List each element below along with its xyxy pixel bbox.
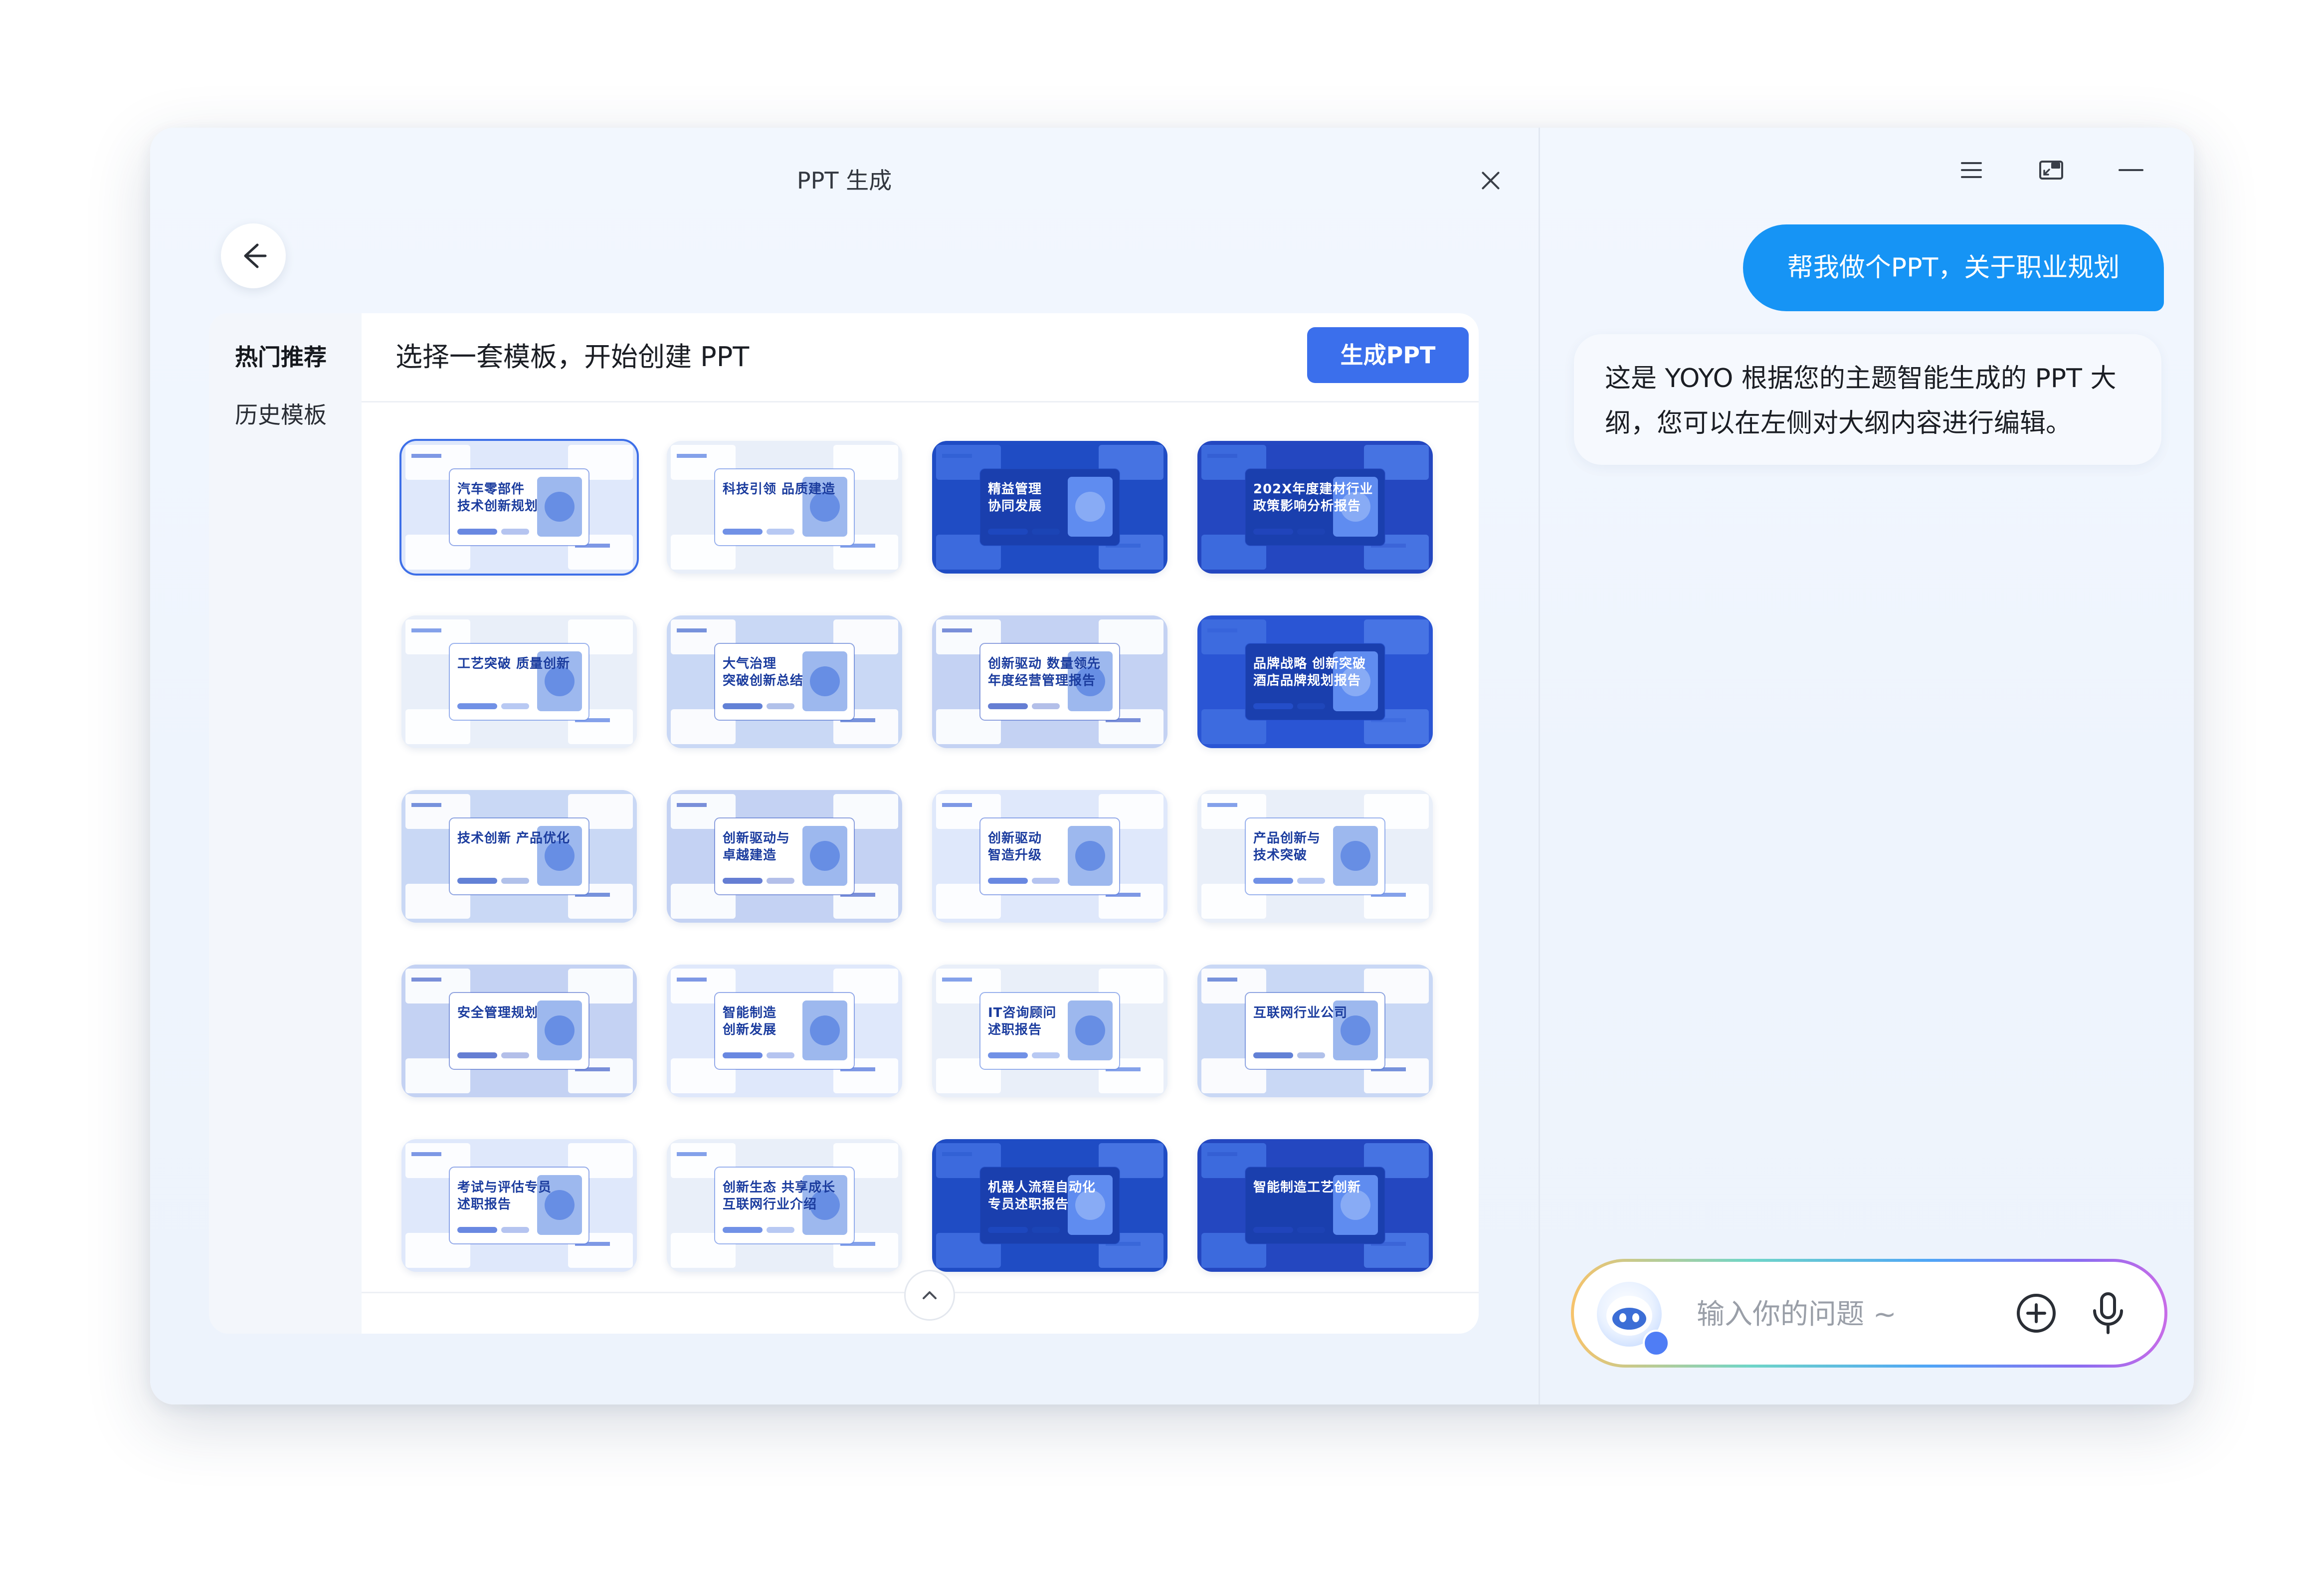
template-thumbnail[interactable]: 创新驱动与 卓越建造 bbox=[667, 790, 902, 923]
template-title: 互联网行业公司 bbox=[1253, 1005, 1348, 1020]
assistant-message-bubble: 这是 YOYO 根据您的主题智能生成的 PPT 大纲，您可以在左侧对大纲内容进行… bbox=[1574, 334, 2161, 465]
template-title: 技术创新 产品优化 bbox=[457, 831, 571, 846]
template-title: 大气治理 突破创新总结 bbox=[723, 656, 804, 688]
template-thumbnail[interactable]: 安全管理规划 bbox=[401, 965, 637, 1097]
template-preview-image bbox=[932, 790, 1167, 923]
template-header: 选择一套模板，开始创建 PPT 生成PPT bbox=[362, 313, 1479, 402]
template-title: 创新生态 共享成长 互联网行业介绍 bbox=[723, 1180, 836, 1212]
template-preview-image bbox=[1197, 965, 1433, 1097]
app-window: PPT 生成 热门推荐 历史模板 选择一套模板，开始创建 PPT 生成PPT 汽… bbox=[150, 128, 2194, 1404]
template-thumbnail[interactable]: 工艺突破 质量创新 bbox=[401, 615, 637, 748]
template-thumbnail[interactable]: 汽车零部件 技术创新规划 bbox=[399, 439, 639, 576]
question-input[interactable] bbox=[1696, 1289, 1977, 1340]
template-title: 创新驱动 数量领先 年度经营管理报告 bbox=[988, 656, 1101, 688]
user-message-bubble: 帮我做个PPT，关于职业规划 bbox=[1743, 224, 2164, 311]
template-title: 产品创新与 技术突破 bbox=[1253, 831, 1321, 863]
template-preview-image bbox=[932, 441, 1167, 574]
add-icon[interactable] bbox=[2009, 1286, 2064, 1341]
template-preview-image bbox=[667, 965, 902, 1097]
template-thumbnail[interactable]: 机器人流程自动化 专员述职报告 bbox=[932, 1139, 1167, 1272]
template-thumbnail[interactable]: 创新驱动 智造升级 bbox=[932, 790, 1167, 923]
template-thumbnail[interactable]: 精益管理 协同发展 bbox=[932, 441, 1167, 574]
template-title: 202X年度建材行业 政策影响分析报告 bbox=[1253, 482, 1373, 514]
generate-ppt-button[interactable]: 生成PPT bbox=[1307, 327, 1469, 383]
minimize-icon[interactable] bbox=[2114, 153, 2148, 188]
template-thumbnail[interactable]: 智能制造工艺创新 bbox=[1197, 1139, 1433, 1272]
tab-history-templates[interactable]: 历史模板 bbox=[235, 397, 327, 430]
arrow-left-icon bbox=[244, 243, 267, 268]
picture-in-picture-icon[interactable] bbox=[2034, 153, 2069, 188]
close-icon[interactable] bbox=[1476, 166, 1506, 196]
template-thumbnail[interactable]: 互联网行业公司 bbox=[1197, 965, 1433, 1097]
assistant-message-text: 这是 YOYO 根据您的主题智能生成的 PPT 大纲，您可以在左侧对大纲内容进行… bbox=[1605, 364, 2117, 438]
template-thumbnail[interactable]: 智能制造 创新发展 bbox=[667, 965, 902, 1097]
template-title: 安全管理规划 bbox=[457, 1005, 539, 1020]
tab-hot-recommend[interactable]: 热门推荐 bbox=[235, 339, 327, 372]
collapse-button[interactable] bbox=[904, 1270, 955, 1321]
ppt-generator-pane: PPT 生成 热门推荐 历史模板 选择一套模板，开始创建 PPT 生成PPT 汽… bbox=[150, 128, 1539, 1404]
template-thumbnail[interactable]: 创新驱动 数量领先 年度经营管理报告 bbox=[932, 615, 1167, 748]
template-thumbnail[interactable]: 考试与评估专员 述职报告 bbox=[401, 1139, 637, 1272]
page-heading: 选择一套模板，开始创建 PPT bbox=[395, 341, 750, 373]
template-thumbnail[interactable]: 技术创新 产品优化 bbox=[401, 790, 637, 923]
dialog-title: PPT 生成 bbox=[796, 167, 892, 194]
template-title: 品牌战略 创新突破 酒店品牌规划报告 bbox=[1253, 656, 1366, 688]
template-title: 智能制造 创新发展 bbox=[723, 1005, 777, 1037]
template-thumbnail[interactable]: 科技引领 品质建造 bbox=[667, 441, 902, 574]
template-title: 工艺突破 质量创新 bbox=[457, 656, 571, 671]
template-thumbnail[interactable]: 品牌战略 创新突破 酒店品牌规划报告 bbox=[1197, 615, 1433, 748]
template-thumbnail[interactable]: 202X年度建材行业 政策影响分析报告 bbox=[1197, 441, 1433, 574]
assistant-avatar-icon bbox=[1597, 1282, 1670, 1357]
chat-pane: 帮我做个PPT，关于职业规划 这是 YOYO 根据您的主题智能生成的 PPT 大… bbox=[1540, 128, 2194, 1404]
template-thumbnail[interactable]: 大气治理 突破创新总结 bbox=[667, 615, 902, 748]
template-title: 创新驱动与 卓越建造 bbox=[723, 831, 790, 863]
template-preview-image bbox=[401, 790, 637, 923]
template-thumbnail[interactable]: IT咨询顾问 述职报告 bbox=[932, 965, 1167, 1097]
chat-input-box bbox=[1571, 1259, 2167, 1368]
template-preview-image bbox=[401, 965, 637, 1097]
template-thumbnail[interactable]: 产品创新与 技术突破 bbox=[1197, 790, 1433, 923]
template-title: 汽车零部件 技术创新规划 bbox=[457, 482, 539, 514]
template-title: IT咨询顾问 述职报告 bbox=[988, 1005, 1057, 1037]
template-thumbnail[interactable]: 创新生态 共享成长 互联网行业介绍 bbox=[667, 1139, 902, 1272]
menu-icon[interactable] bbox=[1954, 153, 1989, 188]
template-preview-image bbox=[1197, 1139, 1433, 1272]
template-preview-image bbox=[401, 615, 637, 748]
microphone-icon[interactable] bbox=[2081, 1286, 2135, 1341]
back-button[interactable] bbox=[221, 223, 286, 288]
template-title: 智能制造工艺创新 bbox=[1253, 1180, 1361, 1195]
template-panel: 热门推荐 历史模板 选择一套模板，开始创建 PPT 生成PPT 汽车零部件 技术… bbox=[209, 313, 1479, 1334]
template-category-nav: 热门推荐 历史模板 bbox=[209, 313, 362, 1334]
maximize-icon[interactable] bbox=[2193, 153, 2194, 188]
template-title: 机器人流程自动化 专员述职报告 bbox=[988, 1180, 1096, 1212]
template-title: 考试与评估专员 述职报告 bbox=[457, 1180, 552, 1212]
template-preview-image bbox=[667, 441, 902, 574]
template-title: 创新驱动 智造升级 bbox=[988, 831, 1042, 863]
chevron-up-icon bbox=[923, 1291, 937, 1299]
badge-icon bbox=[1643, 1330, 1670, 1357]
template-title: 精益管理 协同发展 bbox=[988, 482, 1042, 514]
template-title: 科技引领 品质建造 bbox=[723, 482, 836, 497]
